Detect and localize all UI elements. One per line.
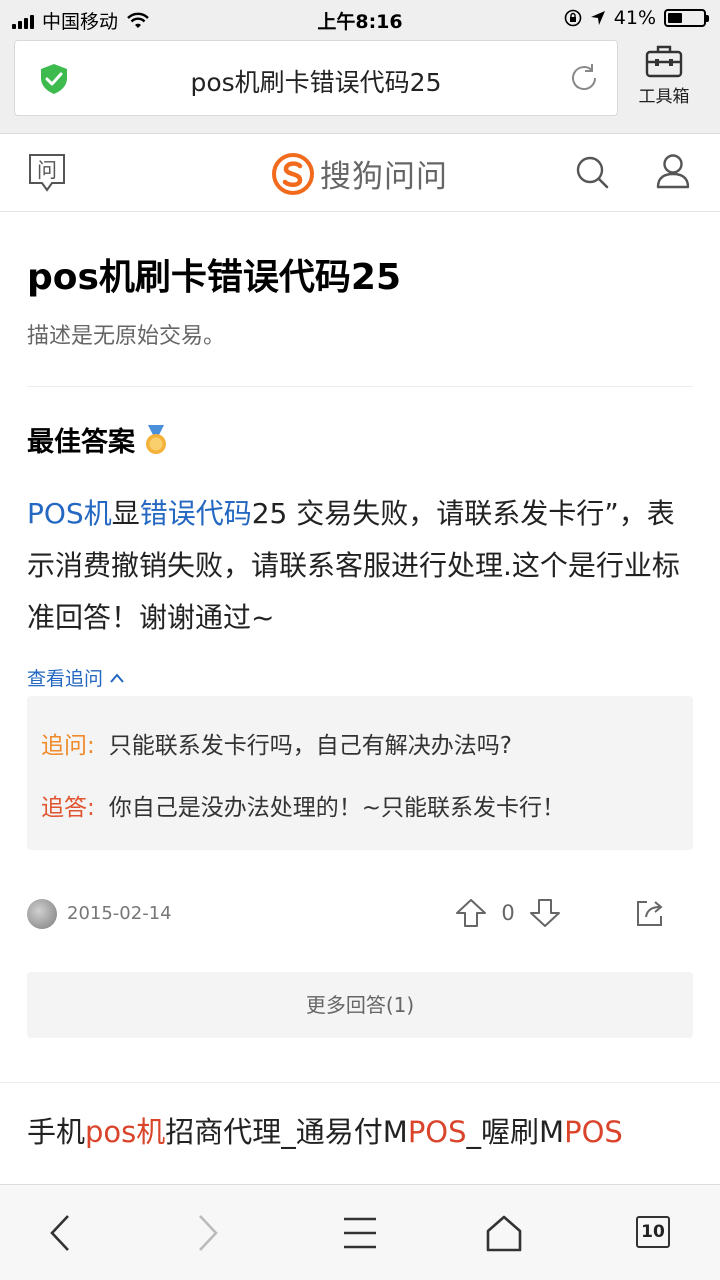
follow-up-tag: 追问: [41,733,95,759]
divider [27,386,693,387]
related-link-highlight: POS [564,1115,623,1149]
search-icon[interactable] [575,155,609,189]
answer-keyword-link[interactable]: POS机 [27,497,112,530]
home-icon[interactable] [484,1213,524,1253]
vote-controls: 0 [455,898,561,928]
back-icon[interactable] [46,1213,74,1253]
status-bar: 中国移动 上午8:16 41% [0,0,720,36]
location-icon [590,11,605,25]
forward-icon[interactable] [194,1213,222,1253]
best-answer-text: POS机显错误代码25 交易失败，请联系发卡行”，表示消费撤销失败，请联系客服进… [27,488,697,644]
toolbox-label: 工具箱 [638,87,690,107]
avatar[interactable] [27,899,57,929]
tab-count-button[interactable]: 10 [636,1216,670,1248]
follow-up-box: 追问: 只能联系发卡行吗，自己有解决办法吗? 追答: 你自己是没办法处理的！~只能联… [27,696,693,850]
follow-up-question: 追问: 只能联系发卡行吗，自己有解决办法吗? [41,726,512,760]
follow-up-text: 你自己是没办法处理的！~只能联系发卡行！ [108,795,566,821]
answer-text-segment: 显 [111,497,140,530]
sogou-logo-icon [272,152,314,195]
url-text[interactable]: pos机刷卡错误代码25 [95,63,537,99]
view-follow-up-toggle[interactable]: 查看追问 [27,664,125,691]
answer-date: 2015-02-14 [67,903,172,924]
toolbox-button[interactable]: 工具箱 [628,40,700,116]
security-shield-icon [41,64,67,94]
question-description: 描述是无原始交易。 [27,324,226,349]
chevron-up-icon [110,672,124,683]
site-header: 问 搜狗问问 [0,135,720,212]
best-answer-heading: 最佳答案 [27,420,169,459]
browser-bottom-toolbar: 10 [0,1184,720,1280]
brand-name: 搜狗问问 [320,159,448,195]
follow-up-text: 只能联系发卡行吗，自己有解决办法吗? [108,733,512,759]
related-link[interactable]: 手机pos机招商代理_通易付MPOS_喔刷MPOS [27,1110,697,1186]
share-icon[interactable] [635,898,665,928]
related-link-highlight: pos机 [85,1115,166,1149]
upvote-icon[interactable] [455,898,487,928]
divider [0,1082,720,1083]
battery-icon [664,9,709,27]
site-logo[interactable]: 搜狗问问 [272,151,448,196]
more-answers-button[interactable]: 更多回答(1) [27,972,693,1038]
related-link-segment: 招商代理_通易付M [165,1115,408,1149]
menu-icon[interactable] [342,1213,378,1253]
answer-keyword-link[interactable]: 错误代码 [140,497,252,530]
question-title: pos机刷卡错误代码25 [27,257,402,298]
battery-percent: 41% [613,7,656,29]
related-link-segment: _喔刷M [466,1115,565,1149]
follow-up-tag: 追答: [41,795,95,821]
vote-count: 0 [501,901,515,925]
related-link-highlight: POS [407,1115,467,1149]
related-link-segment: 手机 [27,1115,86,1149]
answer-meta: 2015-02-14 0 [27,896,693,932]
browser-bar: pos机刷卡错误代码25 工具箱 [0,36,720,134]
view-follow-up-label: 查看追问 [27,668,104,690]
best-answer-label: 最佳答案 [27,427,135,458]
toolbox-icon [645,45,683,78]
medal-icon [146,424,166,454]
downvote-icon[interactable] [529,898,561,928]
follow-up-answer: 追答: 你自己是没办法处理的！~只能联系发卡行！ [41,788,565,822]
reload-icon[interactable] [567,61,601,95]
ask-glyph: 问 [37,158,57,182]
orientation-lock-icon [564,9,582,27]
user-icon[interactable] [656,153,690,189]
address-bar[interactable]: pos机刷卡错误代码25 [14,40,618,116]
ask-question-icon[interactable]: 问 [28,153,66,193]
